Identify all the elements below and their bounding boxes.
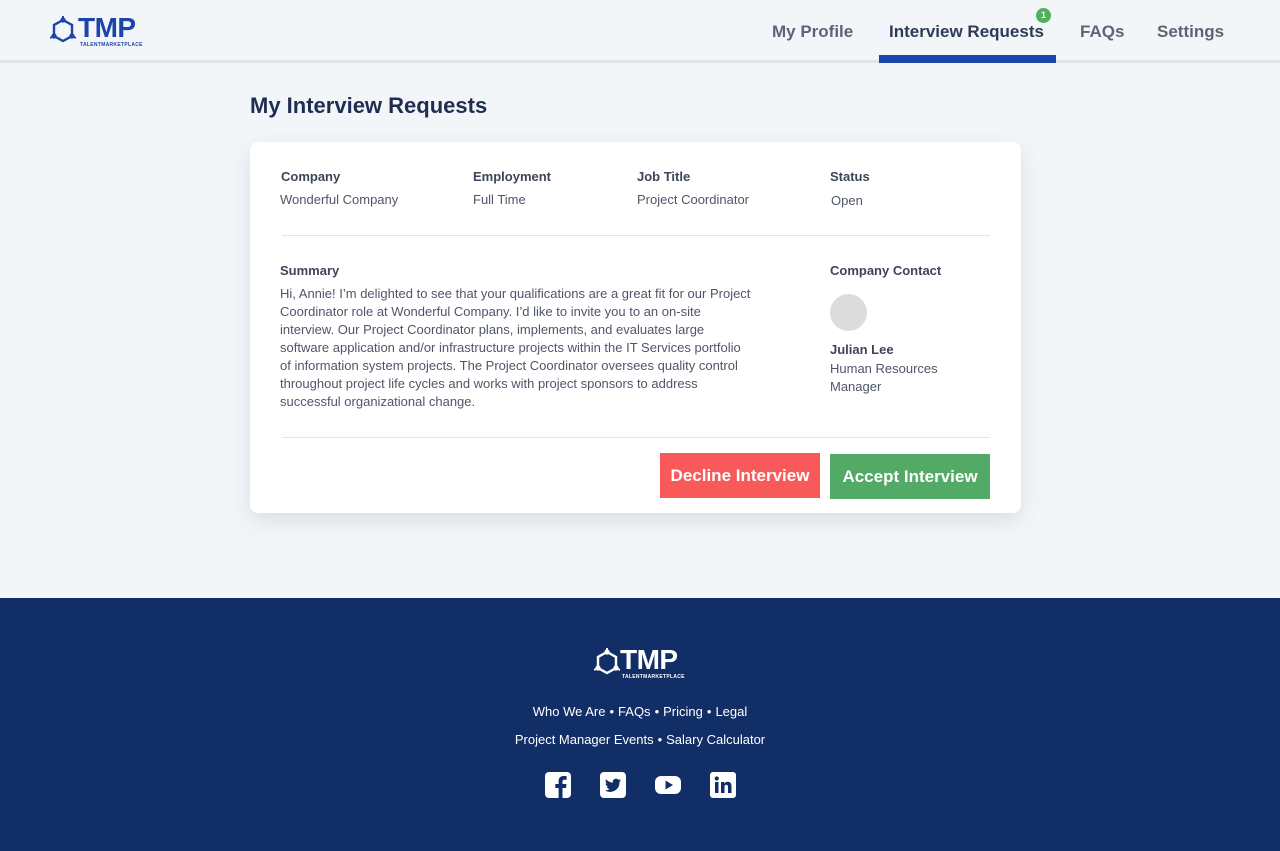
footer-links-row-1: Who We Are • FAQs • Pricing • Legal — [532, 704, 748, 719]
active-tab-indicator — [879, 55, 1056, 63]
divider — [282, 235, 990, 236]
nav-my-profile[interactable]: My Profile — [772, 0, 853, 63]
footer-link-legal[interactable]: Legal — [715, 704, 747, 719]
employment-label: Employment — [473, 169, 552, 184]
tmp-logo-icon — [594, 648, 620, 675]
footer-link-salary-calculator[interactable]: Salary Calculator — [666, 732, 765, 747]
linkedin-icon[interactable] — [710, 772, 736, 798]
divider — [282, 437, 990, 438]
company-label: Company — [281, 169, 341, 184]
footer-link-pricing[interactable]: Pricing — [663, 704, 703, 719]
tmp-logo[interactable]: TMP TALENTMARKETPLACE — [50, 14, 143, 48]
tmp-logo-icon — [50, 16, 76, 43]
footer-logo-tagline: TALENTMARKETPLACE — [622, 674, 685, 680]
page-title: My Interview Requests — [250, 93, 488, 118]
interview-request-card: Company Wonderful Company Employment Ful… — [250, 142, 1021, 513]
footer: TMP TALENTMARKETPLACE Who We Are • FAQs • Pr… — [0, 598, 1280, 851]
employment-value: Full Time — [473, 192, 526, 207]
facebook-icon[interactable] — [545, 772, 571, 798]
notification-badge: 1 — [1036, 8, 1051, 23]
status-label: Status — [830, 169, 870, 184]
twitter-icon[interactable] — [600, 772, 626, 798]
job-title-label: Job Title — [637, 169, 691, 184]
logo-tagline: TALENTMARKETPLACE — [80, 42, 143, 48]
footer-tmp-logo[interactable]: TMP TALENTMARKETPLACE — [594, 646, 685, 680]
logo-wordmark: TMP — [78, 12, 136, 43]
contact-role: Human Resources Manager — [830, 361, 938, 394]
company-value: Wonderful Company — [280, 192, 399, 207]
decline-interview-button[interactable]: Decline Interview — [660, 453, 820, 498]
contact-name: Julian Lee — [830, 342, 894, 357]
footer-link-faqs[interactable]: FAQs — [618, 704, 651, 719]
youtube-icon[interactable] — [655, 772, 681, 798]
nav-interview-requests[interactable]: Interview Requests — [889, 0, 1044, 63]
contact-avatar — [830, 294, 867, 331]
footer-link-pm-events[interactable]: Project Manager Events — [515, 732, 654, 747]
top-nav-bar: TMP TALENTMARKETPLACE My Profile Intervi… — [0, 0, 1280, 63]
accept-interview-button[interactable]: Accept Interview — [830, 454, 990, 499]
footer-links-row-2: Project Manager Events • Salary Calculator — [514, 732, 766, 747]
summary-label: Summary — [280, 263, 340, 278]
footer-link-who-we-are[interactable]: Who We Are — [533, 704, 606, 719]
summary-text: Hi, Annie! I’m delighted to see that you… — [280, 286, 751, 409]
nav-settings[interactable]: Settings — [1157, 0, 1224, 63]
company-contact-label: Company Contact — [830, 263, 942, 278]
status-value: Open — [831, 193, 863, 208]
footer-logo-wordmark: TMP — [620, 644, 678, 675]
job-title-value: Project Coordinator — [637, 192, 749, 207]
nav-faqs[interactable]: FAQs — [1080, 0, 1124, 63]
